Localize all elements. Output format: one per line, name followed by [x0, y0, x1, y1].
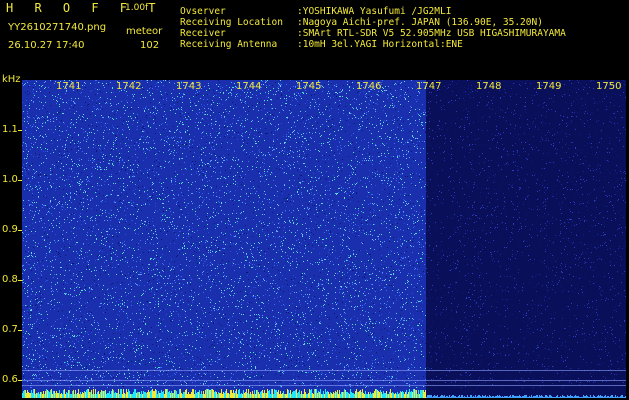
waterfall-canvas: [22, 80, 626, 398]
x-tick-label: 1744: [236, 81, 262, 92]
y-tick-label: 1.1: [2, 124, 18, 135]
reference-line: [22, 380, 626, 381]
info-label-receiver: Receiver: [180, 28, 226, 39]
x-tick-label: 1748: [476, 81, 502, 92]
info-labels: Ovserver Receiving Location Receiver Rec…: [180, 6, 283, 50]
info-value-receiver: :SMArt RTL-SDR V5 52.905MHz USB HIGASHIM…: [297, 28, 566, 39]
x-tick-label: 1749: [536, 81, 562, 92]
x-tick-label: 1746: [356, 81, 382, 92]
x-tick-label: 1750: [596, 81, 622, 92]
y-axis-unit: kHz: [2, 74, 21, 85]
x-tick-label: 1747: [416, 81, 442, 92]
y-tick-label: 0.7: [2, 324, 18, 335]
x-tick-label: 1745: [296, 81, 322, 92]
info-values: :YOSHIKAWA Yasufumi /JG2MLI :Nagoya Aich…: [297, 6, 566, 50]
waterfall-spectrogram: [22, 80, 626, 398]
y-tick-label: 1.0: [2, 174, 18, 185]
mode-label: meteor: [126, 26, 163, 37]
datetime-label: 26.10.27 17:40: [8, 40, 85, 51]
y-tick-label: 0.6: [2, 374, 18, 385]
info-value-location: :Nagoya Aichi-pref. JAPAN (136.90E, 35.2…: [297, 17, 543, 28]
x-tick-label: 1741: [56, 81, 82, 92]
y-tick-label: 0.9: [2, 224, 18, 235]
x-tick-label: 1743: [176, 81, 202, 92]
x-tick-label: 1742: [116, 81, 142, 92]
info-label-location: Receiving Location: [180, 17, 283, 28]
version-label: 1.00f: [125, 3, 149, 13]
count-label: 102: [140, 40, 160, 51]
info-label-antenna: Receiving Antenna: [180, 39, 278, 50]
info-label-observer: Ovserver: [180, 6, 226, 17]
inactive-region: [426, 80, 626, 398]
reference-line: [22, 385, 626, 386]
y-tick-label: 0.8: [2, 274, 18, 285]
info-value-observer: :YOSHIKAWA Yasufumi /JG2MLI: [297, 6, 452, 17]
info-value-antenna: :10mH 3el.YAGI Horizontal:ENE: [297, 39, 463, 50]
reference-line: [22, 370, 626, 371]
filename-label: YY2610271740.png: [8, 22, 107, 33]
